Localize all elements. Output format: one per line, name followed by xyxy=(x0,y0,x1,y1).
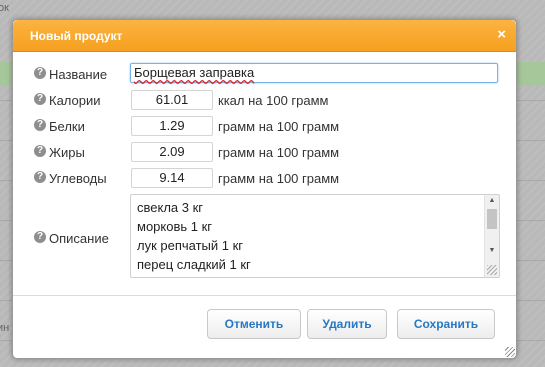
dialog-title: Новый продукт xyxy=(30,29,123,43)
protein-row: ? Белки 1.29 грамм на 100 грамм xyxy=(13,116,516,136)
fat-input[interactable]: 2.09 xyxy=(131,142,213,162)
help-icon[interactable]: ? xyxy=(34,93,46,105)
help-icon[interactable]: ? xyxy=(34,171,46,183)
new-product-dialog: Новый продукт × ? Название Борщевая запр… xyxy=(12,19,517,359)
protein-unit: грамм на 100 грамм xyxy=(218,119,340,134)
description-line: свекла 3 кг xyxy=(137,200,204,215)
carbs-input[interactable]: 9.14 xyxy=(131,168,213,188)
protein-input[interactable]: 1.29 xyxy=(131,116,213,136)
description-textarea[interactable]: свекла 3 кг морковь 1 кг лук репчатый 1 … xyxy=(130,194,500,278)
description-line: перец сладкий 1 кг xyxy=(137,257,251,272)
description-scrollbar[interactable]: ▲ ▼ xyxy=(484,195,499,277)
fat-label: Жиры xyxy=(49,145,85,160)
description-label: Описание xyxy=(49,231,109,246)
description-line: морковь 1 кг xyxy=(137,219,213,234)
name-row: ? Название Борщевая заправка xyxy=(13,63,516,84)
description-line: лук репчатый 1 кг xyxy=(137,238,244,253)
background-text-fragment: ок xyxy=(0,2,9,14)
save-button[interactable]: Сохранить xyxy=(397,309,495,339)
scroll-down-icon[interactable]: ▼ xyxy=(485,245,499,257)
calories-unit: ккал на 100 грамм xyxy=(218,93,329,108)
cancel-button[interactable]: Отменить xyxy=(207,309,301,339)
dialog-resize-grip-icon[interactable] xyxy=(505,347,515,357)
scroll-thumb[interactable] xyxy=(487,209,497,229)
dialog-titlebar[interactable]: Новый продукт × xyxy=(13,20,516,52)
delete-button[interactable]: Удалить xyxy=(307,309,387,339)
name-input[interactable]: Борщевая заправка xyxy=(130,63,498,83)
fat-row: ? Жиры 2.09 грамм на 100 грамм xyxy=(13,142,516,162)
help-icon[interactable]: ? xyxy=(34,145,46,157)
carbs-row: ? Углеводы 9.14 грамм на 100 грамм xyxy=(13,168,516,188)
name-input-value: Борщевая заправка xyxy=(134,65,255,80)
fat-unit: грамм на 100 грамм xyxy=(218,145,340,160)
protein-label: Белки xyxy=(49,119,85,134)
textarea-resize-grip-icon[interactable] xyxy=(487,265,497,275)
calories-input[interactable]: 61.01 xyxy=(131,90,213,110)
footer-divider xyxy=(13,295,516,296)
name-label: Название xyxy=(49,67,108,82)
close-icon[interactable]: × xyxy=(497,26,506,44)
calories-row: ? Калории 61.01 ккал на 100 грамм xyxy=(13,90,516,110)
background-text-fragment: ин xyxy=(0,322,10,334)
description-text: свекла 3 кг морковь 1 кг лук репчатый 1 … xyxy=(137,198,251,274)
help-icon[interactable]: ? xyxy=(34,119,46,131)
help-icon[interactable]: ? xyxy=(34,231,46,243)
help-icon[interactable]: ? xyxy=(34,67,46,79)
carbs-label: Углеводы xyxy=(49,171,107,186)
carbs-unit: грамм на 100 грамм xyxy=(218,171,340,186)
scroll-up-icon[interactable]: ▲ xyxy=(485,195,499,207)
calories-label: Калории xyxy=(49,93,101,108)
